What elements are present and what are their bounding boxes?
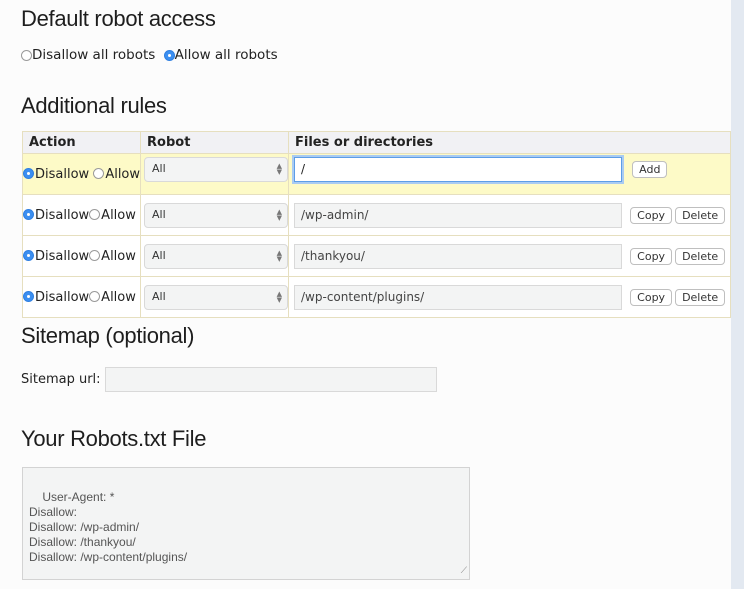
files-cell: CopyDelete — [288, 276, 731, 318]
rule-row: Disallow Allow All ▲▼ CopyDelete — [21, 276, 731, 318]
path-input[interactable] — [294, 202, 623, 228]
robot-cell: All ▲ ▼ — [140, 235, 290, 277]
allow-radio[interactable] — [93, 167, 105, 179]
add-button[interactable]: Add — [632, 160, 668, 178]
disallow-all-label: Disallow all robots — [32, 47, 156, 63]
files-cell: Add — [288, 153, 731, 195]
robot-cell: All ▲ ▼ — [140, 276, 290, 318]
robots-file-heading: Your Robots.txt File — [21, 426, 207, 451]
robots-txt-output[interactable]: User-Agent: * Disallow: Disallow: /wp-ad… — [22, 467, 470, 580]
robots-generator-panel: Default robot access Disallow all robots… — [0, 0, 731, 589]
column-header-action: Action — [21, 131, 142, 154]
robot-select-value: All — [152, 207, 166, 221]
select-arrows-icon: ▲ ▼ — [276, 289, 283, 304]
select-arrows-icon: ▲ ▼ — [276, 248, 283, 263]
copy-button[interactable]: Copy — [630, 288, 673, 306]
action-cell: Disallow Allow — [21, 153, 142, 195]
robot-select[interactable]: All ▲ ▼ — [144, 156, 289, 182]
copy-button[interactable]: Copy — [630, 247, 673, 265]
robot-select[interactable]: All ▲ ▼ — [144, 284, 289, 310]
path-input[interactable] — [294, 284, 623, 310]
allow-all-radio[interactable] — [163, 49, 175, 61]
disallow-label: Disallow — [35, 207, 90, 223]
allow-all-label: Allow all robots — [174, 47, 278, 63]
robot-cell: All ▲ ▼ — [140, 194, 290, 236]
column-header-files: Files or directories — [288, 131, 731, 154]
select-arrows-icon: ▲ ▼ — [276, 161, 283, 176]
robot-select[interactable]: All ▲ ▼ — [144, 202, 289, 228]
disallow-radio[interactable] — [23, 290, 34, 302]
allow-radio[interactable] — [89, 290, 101, 302]
delete-button[interactable]: Delete — [675, 206, 726, 224]
path-input[interactable] — [294, 156, 623, 182]
sitemap-url-label: Sitemap url: — [21, 372, 101, 387]
path-input[interactable] — [294, 243, 623, 269]
disallow-all-radio[interactable] — [21, 49, 32, 61]
side-panel — [731, 0, 744, 589]
rules-header-row: Action Robot Files or directories — [21, 131, 731, 154]
default-access-options: Disallow all robots Allow all robots — [21, 47, 278, 65]
disallow-label: Disallow — [35, 289, 90, 305]
robot-select[interactable]: All ▲ ▼ — [144, 243, 289, 269]
rules-table: Action Robot Files or directories Disall… — [21, 131, 731, 318]
robot-cell: All ▲ ▼ — [140, 153, 290, 195]
action-cell: Disallow Allow — [21, 235, 142, 277]
disallow-label: Disallow — [35, 166, 90, 182]
column-header-robot: Robot — [140, 131, 290, 154]
disallow-label: Disallow — [35, 248, 90, 264]
sitemap-url-input[interactable] — [104, 367, 437, 392]
additional-rules-heading: Additional rules — [21, 93, 167, 118]
action-cell: Disallow Allow — [21, 276, 142, 318]
default-access-heading: Default robot access — [21, 6, 216, 31]
allow-radio[interactable] — [89, 249, 101, 261]
allow-label: Allow — [101, 207, 136, 223]
rule-row: Disallow Allow All ▲▼ CopyDelete — [21, 235, 731, 277]
delete-button[interactable]: Delete — [675, 288, 726, 306]
sitemap-row: Sitemap url: — [21, 367, 437, 392]
rule-row: Disallow Allow All ▲▼ CopyDelete — [21, 194, 731, 236]
resize-handle-icon[interactable]: ⟋ — [461, 563, 467, 578]
disallow-all-option[interactable]: Disallow all robots — [21, 47, 155, 63]
disallow-radio[interactable] — [23, 208, 34, 220]
allow-radio[interactable] — [89, 208, 101, 220]
allow-all-option[interactable]: Allow all robots — [163, 47, 278, 63]
action-cell: Disallow Allow — [21, 194, 142, 236]
select-arrows-icon: ▲ ▼ — [276, 207, 283, 222]
new-rule-row: Disallow Allow All ▲▼ Add — [21, 153, 731, 195]
delete-button[interactable]: Delete — [675, 247, 726, 265]
robot-select-value: All — [152, 248, 166, 262]
files-cell: CopyDelete — [288, 194, 731, 236]
disallow-radio[interactable] — [23, 249, 34, 261]
sitemap-heading: Sitemap (optional) — [21, 323, 195, 348]
robot-select-value: All — [152, 161, 166, 175]
robots-txt-content: User-Agent: * Disallow: Disallow: /wp-ad… — [29, 490, 188, 564]
allow-label: Allow — [105, 166, 141, 182]
allow-label: Allow — [101, 289, 136, 305]
files-cell: CopyDelete — [288, 235, 731, 277]
disallow-radio[interactable] — [23, 167, 34, 179]
copy-button[interactable]: Copy — [630, 206, 673, 224]
robot-select-value: All — [152, 289, 166, 303]
allow-label: Allow — [101, 248, 136, 264]
